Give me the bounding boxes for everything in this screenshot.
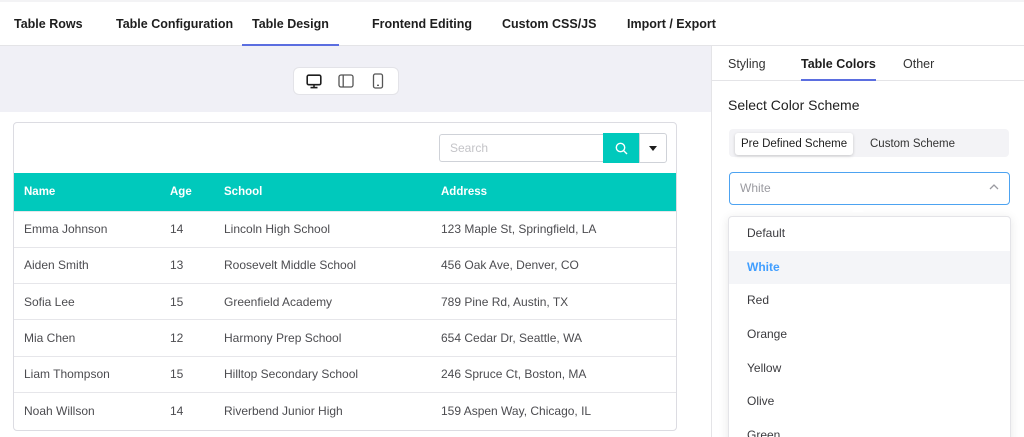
tab-frontend-editing[interactable]: Frontend Editing <box>372 0 472 46</box>
cell-school: Lincoln High School <box>214 210 431 248</box>
cell-age: 12 <box>160 319 214 357</box>
cell-age: 14 <box>160 391 214 429</box>
tablet-view-button[interactable] <box>333 70 359 92</box>
cell-name: Sofia Lee <box>14 283 160 320</box>
tab-table-design[interactable]: Table Design <box>242 0 339 46</box>
settings-sidebar: Styling Table Colors Other Select Color … <box>711 46 1024 437</box>
cell-name: Emma Johnson <box>14 210 160 248</box>
desktop-icon <box>306 73 322 88</box>
select-value: White <box>740 181 771 195</box>
cell-address: 123 Maple St, Springfield, LA <box>431 210 676 248</box>
tab-custom-css-js[interactable]: Custom CSS/JS <box>502 0 596 46</box>
option-yellow[interactable]: Yellow <box>729 352 1010 386</box>
table-row: Liam Thompson 15 Hilltop Secondary Schoo… <box>14 355 676 393</box>
search-icon <box>615 142 627 154</box>
cell-address: 246 Spruce Ct, Boston, MA <box>431 355 676 393</box>
search-bar <box>439 133 667 163</box>
color-scheme-dropdown: Default White Red Orange Yellow Olive Gr… <box>728 216 1011 437</box>
table-preview: Name Age School Address Emma Johnson 14 … <box>13 122 677 431</box>
tablet-icon <box>338 74 354 88</box>
option-orange[interactable]: Orange <box>729 318 1010 352</box>
tab-table-configuration[interactable]: Table Configuration <box>116 0 233 46</box>
tab-styling[interactable]: Styling <box>728 46 766 81</box>
cell-address: 456 Oak Ave, Denver, CO <box>431 246 676 284</box>
tab-table-colors[interactable]: Table Colors <box>801 46 876 81</box>
table-row: Aiden Smith 13 Roosevelt Middle School 4… <box>14 246 676 284</box>
cell-address: 789 Pine Rd, Austin, TX <box>431 283 676 320</box>
table-row: Mia Chen 12 Harmony Prep School 654 Ceda… <box>14 319 676 357</box>
caret-down-icon <box>649 145 657 151</box>
cell-age: 13 <box>160 246 214 284</box>
data-table: Name Age School Address Emma Johnson 14 … <box>14 173 676 429</box>
cell-age: 14 <box>160 210 214 248</box>
color-scheme-select[interactable]: White <box>729 172 1010 205</box>
cell-school: Roosevelt Middle School <box>214 246 431 284</box>
mobile-icon <box>372 73 384 89</box>
column-header-address[interactable]: Address <box>431 173 676 211</box>
option-green[interactable]: Green <box>729 419 1010 437</box>
cell-name: Aiden Smith <box>14 246 160 284</box>
chevron-up-icon <box>989 184 999 190</box>
option-default[interactable]: Default <box>729 217 1010 251</box>
column-header-name[interactable]: Name <box>14 173 160 211</box>
column-header-age[interactable]: Age <box>160 173 214 211</box>
cell-school: Harmony Prep School <box>214 319 431 357</box>
search-button[interactable] <box>603 133 639 163</box>
custom-scheme-option[interactable]: Custom Scheme <box>864 133 961 155</box>
mobile-view-button[interactable] <box>365 70 391 92</box>
cell-address: 654 Cedar Dr, Seattle, WA <box>431 319 676 357</box>
device-switcher <box>293 67 399 95</box>
option-red[interactable]: Red <box>729 284 1010 318</box>
cell-school: Riverbend Junior High <box>214 391 431 429</box>
tab-import-export[interactable]: Import / Export <box>627 0 716 46</box>
tab-other[interactable]: Other <box>903 46 934 81</box>
cell-school: Hilltop Secondary School <box>214 355 431 393</box>
table-row: Emma Johnson 14 Lincoln High School 123 … <box>14 210 676 248</box>
scheme-toggle: Pre Defined Scheme Custom Scheme <box>729 129 1009 157</box>
top-tab-bar: Table Rows Table Configuration Table Des… <box>0 0 1024 46</box>
search-input[interactable] <box>439 134 603 162</box>
column-header-school[interactable]: School <box>214 173 431 211</box>
tab-table-rows[interactable]: Table Rows <box>14 0 83 46</box>
cell-address: 159 Aspen Way, Chicago, IL <box>431 391 676 429</box>
table-row: Noah Willson 14 Riverbend Junior High 15… <box>14 391 676 429</box>
pre-defined-scheme-option[interactable]: Pre Defined Scheme <box>735 133 854 155</box>
table-header-row: Name Age School Address <box>14 173 676 211</box>
cell-name: Mia Chen <box>14 319 160 357</box>
cell-age: 15 <box>160 283 214 320</box>
cell-name: Liam Thompson <box>14 355 160 393</box>
dropdown-pointer <box>852 206 864 212</box>
cell-age: 15 <box>160 355 214 393</box>
search-options-button[interactable] <box>639 133 667 163</box>
option-olive[interactable]: Olive <box>729 385 1010 419</box>
section-title: Select Color Scheme <box>728 97 860 113</box>
option-white[interactable]: White <box>729 250 1010 285</box>
cell-school: Greenfield Academy <box>214 283 431 320</box>
table-row: Sofia Lee 15 Greenfield Academy 789 Pine… <box>14 283 676 320</box>
sidebar-tabs: Styling Table Colors Other <box>712 46 1024 81</box>
desktop-view-button[interactable] <box>301 70 327 92</box>
cell-name: Noah Willson <box>14 391 160 429</box>
